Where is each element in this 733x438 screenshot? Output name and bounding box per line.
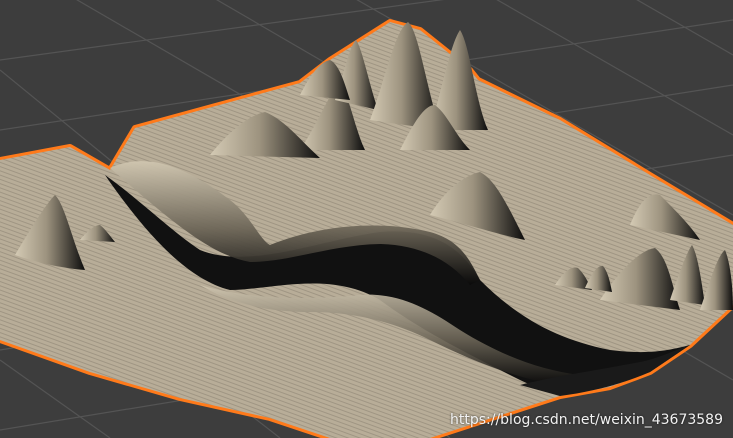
3d-viewport[interactable]: https://blog.csdn.net/weixin_43673589 bbox=[0, 0, 733, 438]
watermark-url: https://blog.csdn.net/weixin_43673589 bbox=[449, 412, 723, 428]
viewport-scene[interactable] bbox=[0, 0, 733, 438]
mountain-peaks-back bbox=[210, 22, 488, 158]
terrain-mesh[interactable] bbox=[0, 19, 733, 438]
